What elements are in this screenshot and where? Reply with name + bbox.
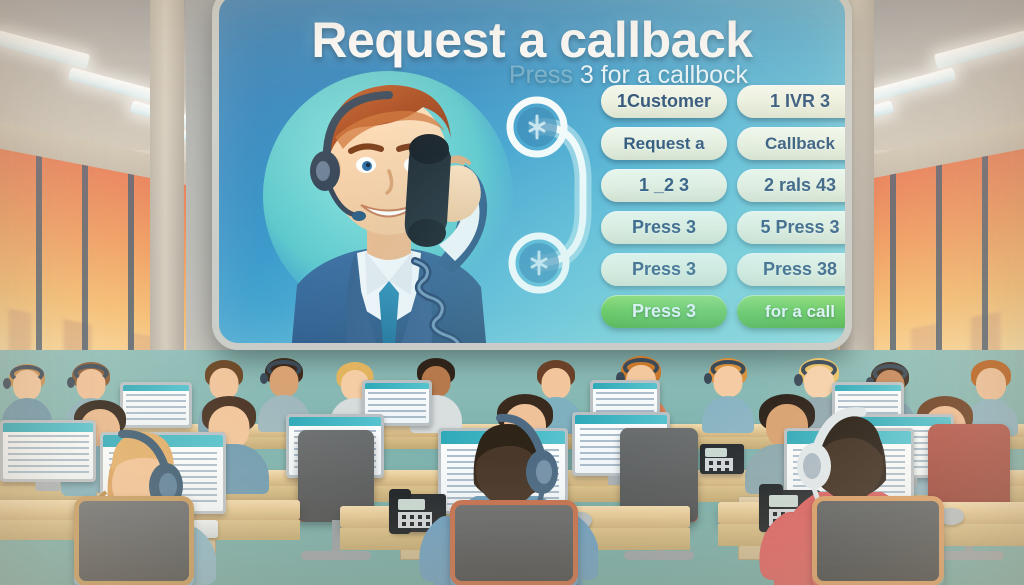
- office-chair-front-center: [450, 500, 578, 585]
- menu-button-callback[interactable]: Callback: [737, 127, 845, 160]
- menu-button-digits[interactable]: 1 _2 3: [601, 169, 727, 202]
- menu-button-press-3-a[interactable]: Press 3: [601, 211, 727, 244]
- call-center-billboard-scene: Request a callback Press 3 for a callboc…: [0, 0, 1024, 585]
- menu-button-rals[interactable]: 2 rals 43: [737, 169, 845, 202]
- menu-button-customer[interactable]: 1Customer: [601, 85, 727, 118]
- menu-button-press-38[interactable]: Press 38: [737, 253, 845, 286]
- office-chair-front-right: [812, 496, 944, 585]
- office-chair-front-left: [74, 496, 194, 585]
- wall-column-left: [150, 0, 184, 392]
- primary-cta-press-3[interactable]: Press 3: [601, 295, 727, 328]
- billboard-panel[interactable]: Request a callback Press 3 for a callboc…: [212, 0, 852, 350]
- coiled-phone-cord-icon: [409, 257, 549, 343]
- desk-phone-icon: [700, 444, 744, 474]
- menu-button-request-a[interactable]: Request a: [601, 127, 727, 160]
- menu-button-5-press-3[interactable]: 5 Press 3: [737, 211, 845, 244]
- menu-button-ivr[interactable]: 1 IVR 3: [737, 85, 845, 118]
- ivr-menu-buttons: 1Customer 1 IVR 3 Request a Callback 1 _…: [601, 85, 845, 328]
- menu-button-press-3-b[interactable]: Press 3: [601, 253, 727, 286]
- primary-cta-for-a-call[interactable]: for a call: [737, 295, 845, 328]
